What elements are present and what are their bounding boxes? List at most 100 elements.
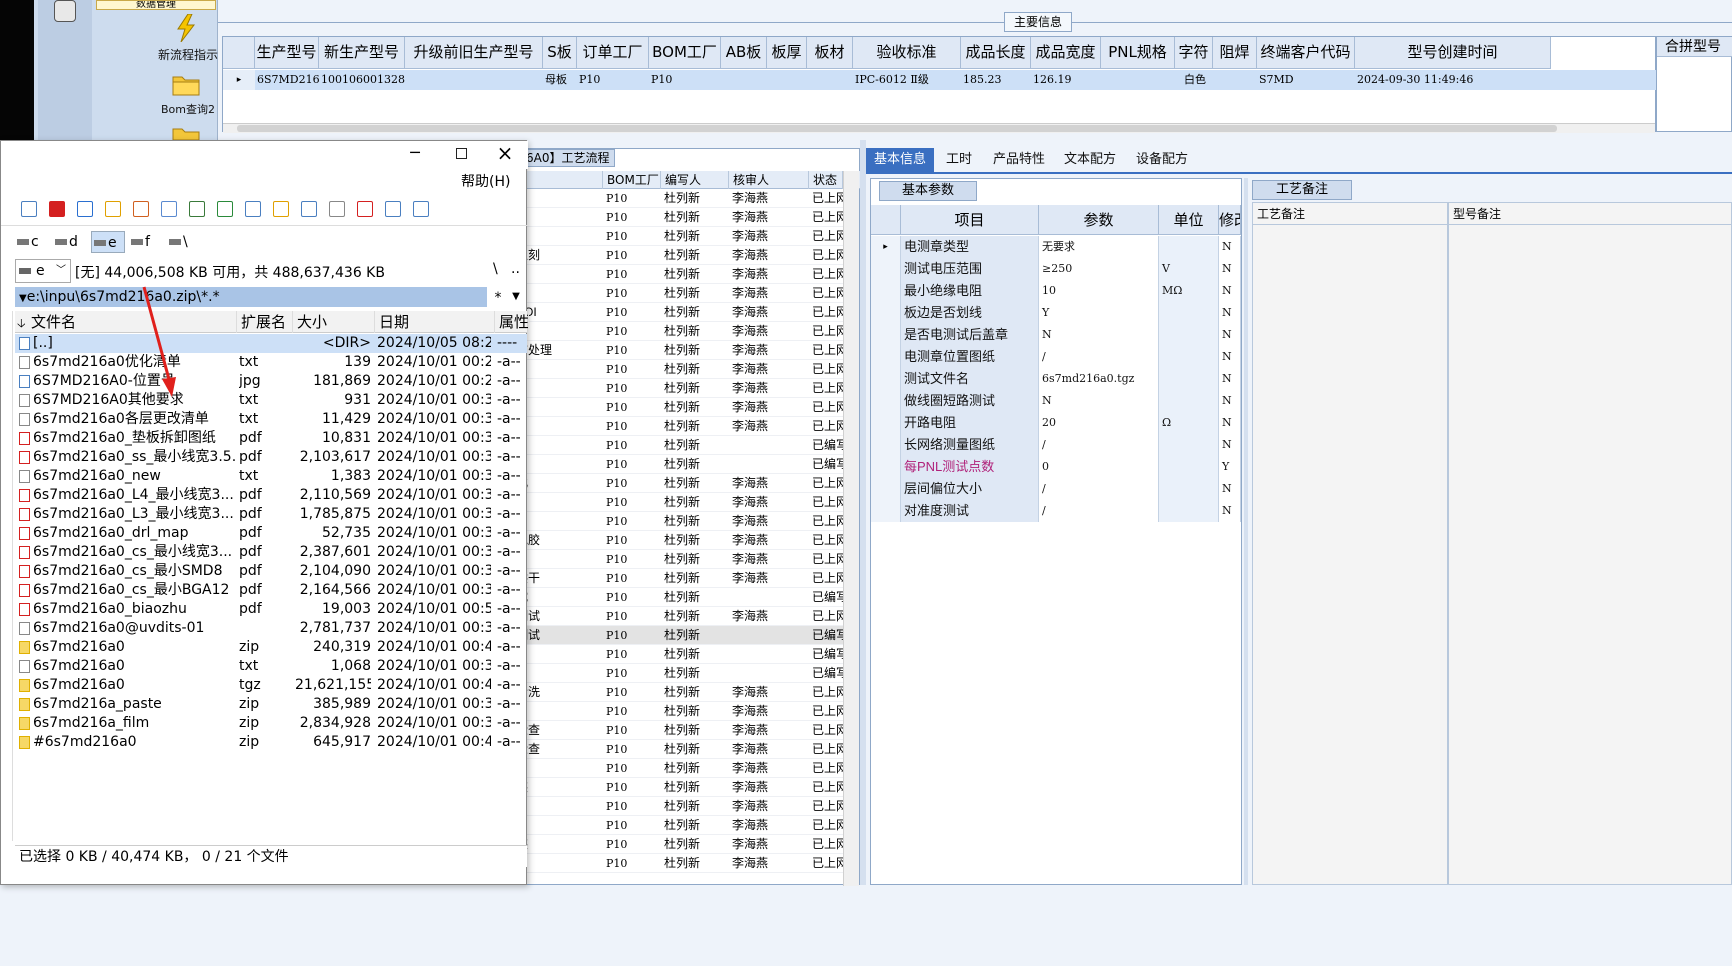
list-item[interactable]: 6s7md216a0_cs_最小线宽3... pdf 2,387,601 2024/1… — [15, 543, 527, 562]
row-indicator[interactable] — [871, 324, 901, 346]
table-row[interactable]: 子测试P10杜列新已编写 — [501, 626, 843, 645]
cell[interactable]: 无要求 — [1039, 236, 1159, 258]
list-item[interactable]: 6s7md216a0_ss_最小线宽3.5... pdf 2,103,617 2024… — [15, 448, 527, 467]
tab-1[interactable]: 工时 — [934, 148, 984, 172]
table-row[interactable]: 库P10杜列新李海燕已上网 — [501, 816, 843, 835]
table-row[interactable]: 能检查P10杜列新李海燕已上网 — [501, 721, 843, 740]
row-indicator[interactable] — [871, 368, 901, 390]
table-row[interactable]: 膜P10杜列新李海燕已上网 — [501, 265, 843, 284]
folder-icon-2[interactable] — [172, 124, 200, 141]
column-header[interactable]: 单位 — [1159, 205, 1219, 235]
row-indicator[interactable] — [871, 346, 901, 368]
print-icon[interactable] — [161, 201, 177, 217]
column-header[interactable]: S板 — [543, 37, 577, 69]
table-row[interactable]: 品清洗P10杜列新李海燕已上网 — [501, 683, 843, 702]
table-row[interactable]: 板P10杜列新已编写 — [501, 664, 843, 683]
table-row[interactable]: 固化P10杜列新李海燕已上网 — [501, 474, 843, 493]
column-header[interactable]: AB板 — [721, 37, 767, 69]
tab-0[interactable]: 基本信息 — [866, 148, 934, 172]
table-row[interactable]: 是否电测试后盖章 N N — [871, 324, 1241, 346]
drive-button-2[interactable]: e — [91, 231, 125, 253]
cell[interactable]: N — [1039, 324, 1159, 346]
list-item[interactable]: 6s7md216a0@uvdits-01 2,781,737 2024/10/01 … — [15, 619, 527, 638]
tab-3[interactable]: 文本配方 — [1054, 148, 1126, 172]
table-row[interactable]: ▸ 电测章类型 无要求 N — [871, 236, 1241, 258]
text-a2-icon[interactable] — [133, 201, 149, 217]
page-icon[interactable] — [329, 201, 345, 217]
column-header[interactable]: PNL规格 — [1101, 37, 1175, 69]
window2-icon[interactable] — [385, 201, 401, 217]
lightning-icon[interactable] — [174, 13, 198, 43]
table-row[interactable]: 膜P10杜列新李海燕已上网 — [501, 189, 843, 208]
table-row[interactable]: P10 杜列新 李海燕 已上网 — [501, 759, 843, 778]
table-row[interactable]: 板边是否划线 Y N — [871, 302, 1241, 324]
path-bar[interactable]: ▼e:\inpu\6s7md216a0.zip\*.* — [15, 287, 487, 307]
row-indicator[interactable] — [871, 456, 901, 478]
image-icon[interactable] — [245, 201, 261, 217]
text-a-icon[interactable] — [105, 201, 121, 217]
row-indicator[interactable] — [871, 412, 901, 434]
cell[interactable]: 0 — [1039, 456, 1159, 478]
column-header[interactable]: 板材 — [807, 37, 853, 69]
cell[interactable]: / — [1039, 478, 1159, 500]
table-row[interactable]: 光P10杜列新李海燕已上网 — [501, 208, 843, 227]
table-row[interactable]: 洗烘干P10杜列新李海燕已上网 — [501, 569, 843, 588]
close-button[interactable]: × — [493, 141, 517, 165]
history-dropdown-icon[interactable]: ▼ — [509, 287, 523, 307]
table-row[interactable]: 库P10杜列新李海燕已上网 — [501, 854, 843, 873]
list-item[interactable]: 6s7md216a0_L4_最小线宽3... pdf 2,110,569 2024/1… — [15, 486, 527, 505]
list-item[interactable]: 6s7md216a0_L3_最小线宽3... pdf 1,785,875 2024/1… — [15, 505, 527, 524]
pdf-icon[interactable] — [49, 201, 65, 217]
column-header[interactable]: 字符 — [1175, 37, 1213, 69]
drive-button-1[interactable]: d — [53, 231, 87, 253]
cell[interactable]: 6s7md216a0.tgz — [1039, 368, 1159, 390]
drive-button-0[interactable]: c — [15, 231, 49, 253]
column-header[interactable]: 生产型号 — [255, 37, 319, 69]
table-row[interactable]: P10 杜列新 李海燕 已上网 — [501, 702, 843, 721]
menu-help[interactable]: 帮助(H) — [461, 171, 527, 191]
row-indicator[interactable] — [871, 258, 901, 280]
column-header[interactable]: 核审人 — [729, 171, 809, 189]
root-button[interactable]: \ — [493, 261, 505, 277]
list-item[interactable]: 6s7md216a_paste zip 385,989 2024/10/01 00:3… — [15, 695, 527, 714]
settings-icon[interactable] — [21, 201, 37, 217]
table-row[interactable]: 金P10杜列新李海燕已上网 — [501, 550, 843, 569]
table-row[interactable]: ▸6S7MD216A010010600132853 母板 P10 P10 IPC-601… — [223, 70, 1657, 90]
horizontal-scrollbar[interactable] — [223, 123, 1655, 133]
pdf2-icon[interactable] — [357, 201, 373, 217]
column-header[interactable]: BOM工厂 — [603, 171, 661, 189]
cell[interactable]: 20 — [1039, 412, 1159, 434]
list-item[interactable]: 6s7md216a0_cs_最小BGA12 pdf 2,164,566 2024/10… — [15, 581, 527, 600]
cell[interactable]: N — [1039, 390, 1159, 412]
parent-button[interactable]: .. — [511, 261, 525, 277]
folder-icon[interactable] — [172, 72, 200, 96]
list-item[interactable]: 6s7md216a0_drl_map pdf 52,735 2024/10/01 00… — [15, 524, 527, 543]
table-row[interactable]: 影P10杜列新李海燕已上网 — [501, 227, 843, 246]
network-icon[interactable] — [189, 201, 205, 217]
list-item[interactable]: 6s7md216a0_biaozhu pdf 19,003 2024/10/01 00… — [15, 600, 527, 619]
table-row[interactable]: 包装P10杜列新李海燕已上网 — [501, 835, 843, 854]
column-header[interactable]: BOM工厂 — [649, 37, 721, 69]
table-row[interactable]: P10 杜列新 已编写 — [501, 436, 843, 455]
window3-icon[interactable] — [413, 201, 429, 217]
table-row[interactable]: 对准度测试 / N — [871, 500, 1241, 522]
column-header[interactable]: 板厚 — [767, 37, 807, 69]
table-row[interactable]: 测试文件名 6s7md216a0.tgz N — [871, 368, 1241, 390]
process-notes-box[interactable]: 工艺备注 — [1252, 202, 1449, 885]
list-item[interactable]: #6s7md216a0 zip 645,917 2024/10/01 00:46 -a-… — [15, 733, 527, 752]
list-item[interactable]: 6s7md216a_film zip 2,834,928 2024/10/01 00:… — [15, 714, 527, 733]
column-header[interactable]: 文件名 — [15, 311, 237, 333]
list-item[interactable]: [..] <DIR> 2024/10/05 08:28 ---- — [15, 334, 527, 353]
drive-button-4[interactable]: \ — [167, 231, 201, 253]
table-row[interactable]: 符P10杜列新已编写 — [501, 455, 843, 474]
cell[interactable]: / — [1039, 500, 1159, 522]
process-vscrollbar[interactable] — [843, 171, 859, 886]
table-row[interactable]: 仓P10杜列新李海燕已上网 — [501, 797, 843, 816]
minimize-button[interactable]: ─ — [403, 143, 427, 165]
table-row[interactable]: P10 杜列新 李海燕 已上网 — [501, 493, 843, 512]
table-row[interactable]: 每PNL测试点数 0 Y — [871, 456, 1241, 478]
table-row[interactable]: 焊前处理 P10 杜列新 李海燕 已上网 — [501, 341, 843, 360]
row-indicator[interactable] — [871, 434, 901, 456]
row-indicator[interactable] — [871, 390, 901, 412]
table-row[interactable]: P10 杜列新 李海燕 已上网 — [501, 322, 843, 341]
